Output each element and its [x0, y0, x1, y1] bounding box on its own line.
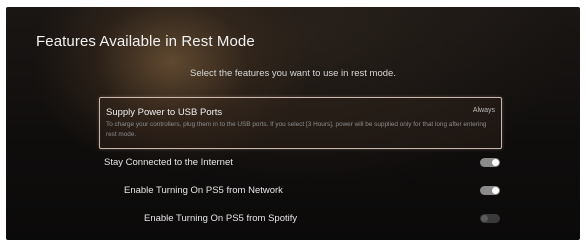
toggle-knob [492, 159, 499, 166]
setting-label-usb-power: Supply Power to USB Ports [106, 107, 223, 118]
toggle-switch-stay-connected[interactable] [480, 158, 500, 167]
setting-label-spotify-wake: Enable Turning On PS5 from Spotify [144, 213, 298, 224]
toggle-switch-spotify-wake[interactable] [480, 214, 500, 223]
toggle-switch-network-wake[interactable] [480, 186, 500, 195]
setting-description-usb-power: To charge your controllers, plug them in… [106, 121, 487, 138]
setting-value-usb-power: Always [472, 107, 495, 114]
page-title: Features Available in Rest Mode [36, 33, 255, 50]
setting-row-stay-connected[interactable]: Stay Connected to the Internet [104, 155, 500, 173]
setting-label-stay-connected: Stay Connected to the Internet [104, 157, 233, 168]
page-subtitle: Select the features you want to use in r… [190, 68, 396, 79]
setting-row-spotify-wake[interactable]: Enable Turning On PS5 from Spotify [104, 211, 500, 229]
toggle-knob [481, 215, 488, 222]
rest-mode-screen: Features Available in Rest Mode Select t… [6, 7, 580, 240]
toggle-knob [492, 187, 499, 194]
setting-label-network-wake: Enable Turning On PS5 from Network [124, 185, 283, 196]
setting-row-usb-power[interactable]: Supply Power to USB Ports Always To char… [99, 97, 502, 149]
setting-row-network-wake[interactable]: Enable Turning On PS5 from Network [104, 183, 500, 201]
